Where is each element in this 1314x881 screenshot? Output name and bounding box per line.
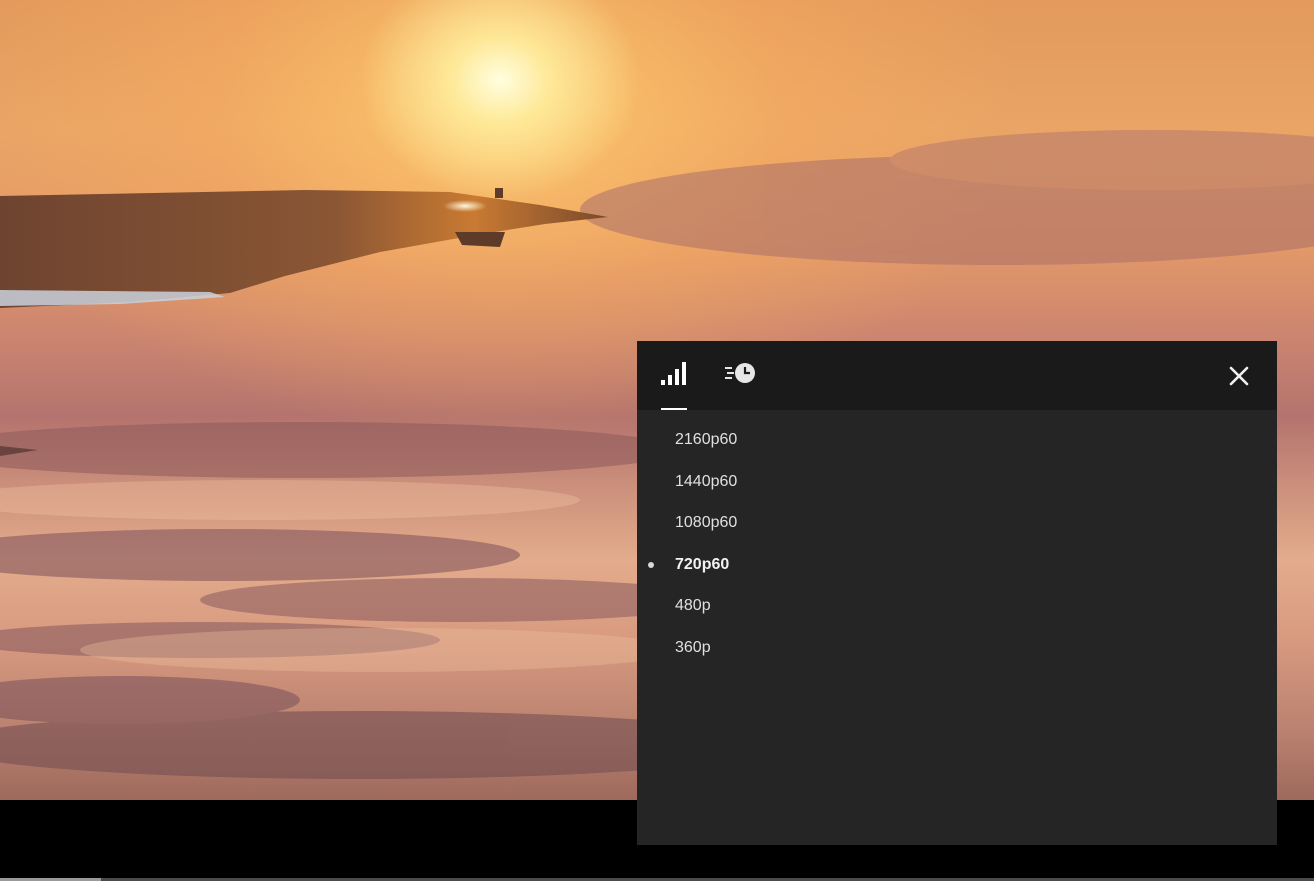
quality-option[interactable]: 1080p60 (637, 502, 1277, 544)
quality-option-label: 1080p60 (675, 514, 738, 532)
quality-option-label: 360p (675, 638, 711, 656)
quality-option[interactable]: 360p (637, 627, 1277, 669)
quality-option[interactable]: 480p (637, 585, 1277, 627)
close-icon (1227, 366, 1251, 392)
close-button[interactable] (1227, 364, 1251, 388)
quality-option-label: 1440p60 (675, 472, 738, 490)
quality-option-label: 480p (675, 597, 711, 615)
speed-clock-icon (725, 362, 757, 389)
quality-option-label: 720p60 (675, 555, 730, 573)
quality-options-list: 2160p60 1440p60 1080p60 720p60 480p 360p (637, 410, 1277, 669)
settings-panel: 2160p60 1440p60 1080p60 720p60 480p 360p (637, 341, 1277, 845)
settings-panel-header (637, 341, 1277, 410)
quality-option[interactable]: 2160p60 (637, 419, 1277, 461)
selected-indicator-icon (648, 561, 654, 568)
tab-playback-speed[interactable] (723, 341, 759, 410)
active-tab-indicator (661, 408, 687, 410)
quality-option-label: 2160p60 (675, 431, 738, 448)
video-player[interactable]: 2160p60 1440p60 1080p60 720p60 480p 360p (0, 0, 1314, 881)
tab-quality[interactable] (659, 341, 689, 410)
quality-option[interactable]: 1440p60 (637, 461, 1277, 503)
quality-option[interactable]: 720p60 (637, 544, 1277, 586)
signal-bars-icon (661, 361, 687, 390)
